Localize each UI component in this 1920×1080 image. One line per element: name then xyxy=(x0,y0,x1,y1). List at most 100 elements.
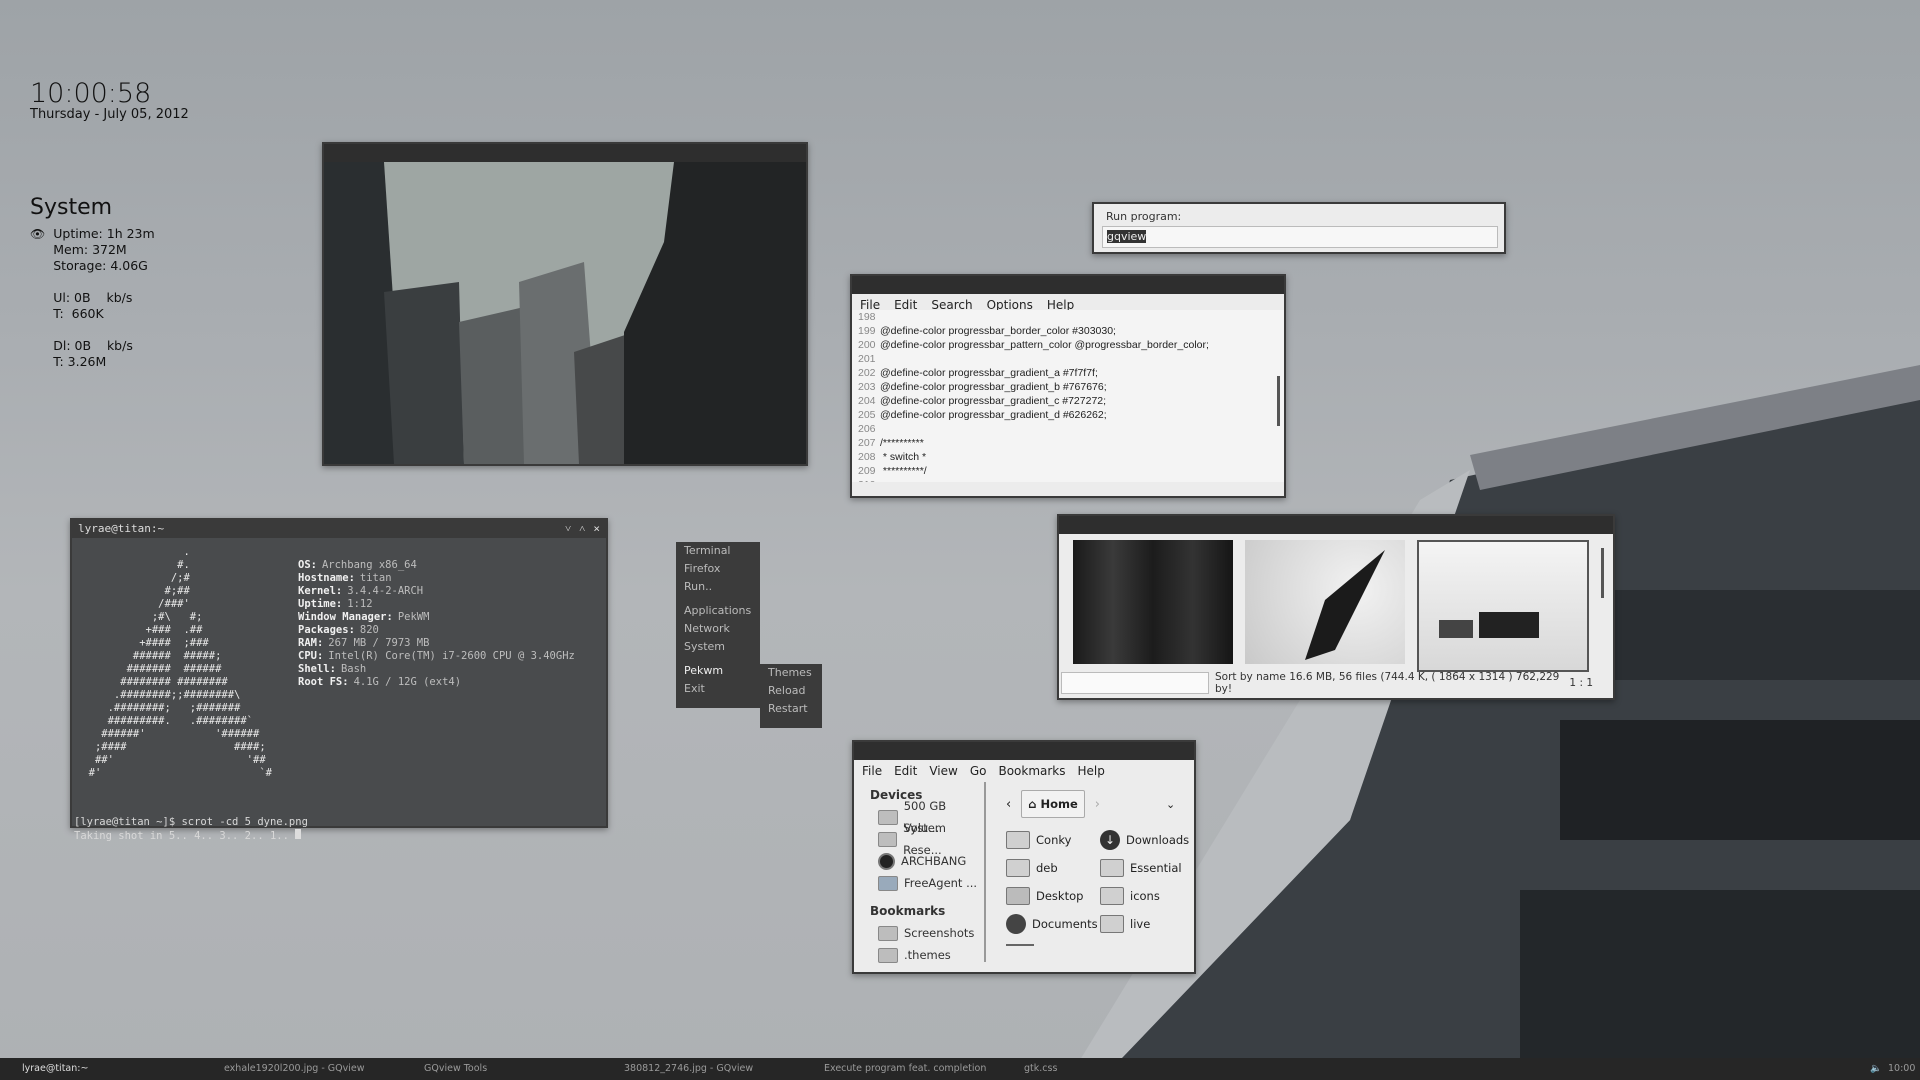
code-line[interactable]: 206 xyxy=(858,422,1284,436)
code-line[interactable]: 200 @define-color progressbar_pattern_col… xyxy=(858,338,1284,352)
fm-menu-edit[interactable]: Edit xyxy=(894,764,917,778)
thumbnail-angel[interactable] xyxy=(1245,540,1405,664)
device-item[interactable]: ARCHBANG xyxy=(854,850,984,872)
horizontal-scrollbar[interactable] xyxy=(1006,944,1034,946)
volume-icon[interactable]: 🔈 xyxy=(1870,1063,1882,1074)
run-input[interactable]: gqview xyxy=(1102,226,1498,248)
code-line[interactable]: 205 @define-color progressbar_gradient_d … xyxy=(858,408,1284,422)
code-line[interactable]: 198 xyxy=(858,310,1284,324)
line-number: 199 xyxy=(858,325,876,337)
bookmark-item[interactable]: .themes xyxy=(854,944,984,966)
submenu-restart[interactable]: Restart xyxy=(760,700,822,718)
bookmark-item[interactable]: Screenshots xyxy=(854,922,984,944)
thumbnail-wood[interactable] xyxy=(1073,540,1233,664)
code-line[interactable]: 201 xyxy=(858,352,1284,366)
fm-menu-go[interactable]: Go xyxy=(970,764,987,778)
bookmark-label: Screenshots xyxy=(904,926,975,940)
file-item[interactable]: Desktop xyxy=(1006,882,1100,910)
menu-applications[interactable]: Applications xyxy=(676,602,760,620)
file-item[interactable]: icons xyxy=(1100,882,1194,910)
taskbar-item[interactable]: lyrae@titan:~ xyxy=(22,1063,88,1074)
sysinfo-key: Window Manager: xyxy=(298,611,393,623)
image-viewer-titlebar[interactable] xyxy=(324,144,806,162)
gqview-titlebar[interactable] xyxy=(1059,516,1613,534)
taskbar-item[interactable]: gtk.css xyxy=(1024,1063,1057,1074)
minimize-icon[interactable]: ˅ xyxy=(565,520,571,538)
gqview-window[interactable]: Sort by name 16.6 MB, 56 files (744.4 K,… xyxy=(1057,514,1615,700)
location-home-button[interactable]: ⌂ Home xyxy=(1021,790,1085,818)
file-item[interactable]: Essential xyxy=(1100,854,1194,882)
image-viewer-window[interactable] xyxy=(322,142,808,466)
file-item[interactable]: live xyxy=(1100,910,1194,938)
submenu-themes[interactable]: Themes xyxy=(760,664,822,682)
menu-network[interactable]: Network xyxy=(676,620,760,638)
fm-menu-bookmarks[interactable]: Bookmarks xyxy=(998,764,1065,778)
code-line[interactable]: 202 @define-color progressbar_gradient_a … xyxy=(858,366,1284,380)
maximize-icon[interactable]: ˄ xyxy=(579,520,585,538)
taskbar-item[interactable]: Execute program feat. completion xyxy=(824,1063,986,1074)
line-number: 208 xyxy=(858,451,876,463)
menu-system[interactable]: System xyxy=(676,638,760,656)
line-number: 205 xyxy=(858,409,876,421)
run-input-value: gqview xyxy=(1107,230,1147,243)
device-item[interactable]: FreeAgent ... xyxy=(854,872,984,894)
fm-menubar: File Edit View Go Bookmarks Help xyxy=(854,760,1194,782)
back-arrow-icon[interactable]: ‹ xyxy=(1006,797,1011,812)
drive-icon xyxy=(878,831,898,847)
submenu-reload[interactable]: Reload xyxy=(760,682,822,700)
code-line[interactable]: 207 /********** xyxy=(858,436,1284,450)
terminal-prompt: [lyrae@titan ~]$ scrot -cd 5 dyne.png xyxy=(74,816,308,828)
line-number: 201 xyxy=(858,353,876,365)
sysinfo-value: Archbang x86_64 xyxy=(321,559,417,571)
sysinfo-key: Root FS: xyxy=(298,676,349,688)
taskbar-item[interactable]: exhale1920l200.jpg - GQview xyxy=(224,1063,364,1074)
fm-menu-file[interactable]: File xyxy=(862,764,882,778)
code-line[interactable]: 209 **********/ xyxy=(858,464,1284,478)
taskbar-item[interactable]: 380812_2746.jpg - GQview xyxy=(624,1063,753,1074)
editor-titlebar[interactable] xyxy=(852,276,1284,294)
close-icon[interactable]: × xyxy=(593,520,600,538)
code-line[interactable]: 210 xyxy=(858,478,1284,482)
file-label: Desktop xyxy=(1036,889,1084,903)
fm-menu-view[interactable]: View xyxy=(929,764,957,778)
editor-scrollbar[interactable] xyxy=(1277,376,1280,426)
file-item[interactable]: Conky xyxy=(1006,826,1100,854)
run-program-dialog[interactable]: Run program: gqview xyxy=(1092,202,1506,254)
sysinfo-value: PekWM xyxy=(397,611,430,623)
sysinfo-key: Uptime: xyxy=(298,598,343,610)
file-item[interactable]: Documents xyxy=(1006,910,1100,938)
fm-menu-help[interactable]: Help xyxy=(1078,764,1105,778)
file-item[interactable]: ↓ Downloads xyxy=(1100,826,1194,854)
file-manager-window[interactable]: File Edit View Go Bookmarks Help Devices… xyxy=(852,740,1196,974)
gqview-path-field[interactable] xyxy=(1061,672,1209,694)
line-number: 209 xyxy=(858,465,876,477)
code-line[interactable]: 203 @define-color progressbar_gradient_b … xyxy=(858,380,1284,394)
forward-arrow-icon[interactable]: › xyxy=(1095,797,1100,812)
terminal-window[interactable]: lyrae@titan:~ ˅ ˄ × . #. /;# #;## /###' … xyxy=(70,518,608,842)
text-editor-window[interactable]: File Edit Search Options Help 198 199 @def… xyxy=(850,274,1286,498)
file-item[interactable]: deb xyxy=(1006,854,1100,882)
fm-titlebar[interactable] xyxy=(854,742,1194,760)
menu-run[interactable]: Run.. xyxy=(676,578,760,596)
menu-firefox[interactable]: Firefox xyxy=(676,560,760,578)
terminal-titlebar[interactable]: lyrae@titan:~ ˅ ˄ × xyxy=(72,520,606,538)
gqview-scrollbar[interactable] xyxy=(1601,548,1604,598)
home-icon: ⌂ xyxy=(1028,797,1041,811)
line-text: /********** xyxy=(880,437,924,449)
thumbnail-interior[interactable] xyxy=(1417,540,1589,672)
line-text: @define-color progressbar_border_color #… xyxy=(880,325,1116,337)
chevron-down-icon[interactable]: ⌄ xyxy=(1166,798,1175,811)
root-menu[interactable]: Terminal Firefox Run.. Applications Netw… xyxy=(676,542,760,708)
taskbar-item[interactable]: GQview Tools xyxy=(424,1063,487,1074)
code-line[interactable]: 204 @define-color progressbar_gradient_c … xyxy=(858,394,1284,408)
fm-sidebar: Devices 500 GB Volu... System Rese... AR… xyxy=(854,782,986,963)
menu-terminal[interactable]: Terminal xyxy=(676,542,760,560)
line-number: 198 xyxy=(858,311,876,323)
code-line[interactable]: 199 @define-color progressbar_border_colo… xyxy=(858,324,1284,338)
code-line[interactable]: 208 * switch * xyxy=(858,450,1284,464)
device-item[interactable]: System Rese... xyxy=(854,821,984,857)
menu-exit[interactable]: Exit xyxy=(676,680,760,698)
editor-text-area[interactable]: 198 199 @define-color progressbar_border_c… xyxy=(852,310,1284,482)
pekwm-submenu[interactable]: Themes Reload Restart xyxy=(760,664,822,728)
menu-pekwm[interactable]: Pekwm xyxy=(676,662,760,680)
